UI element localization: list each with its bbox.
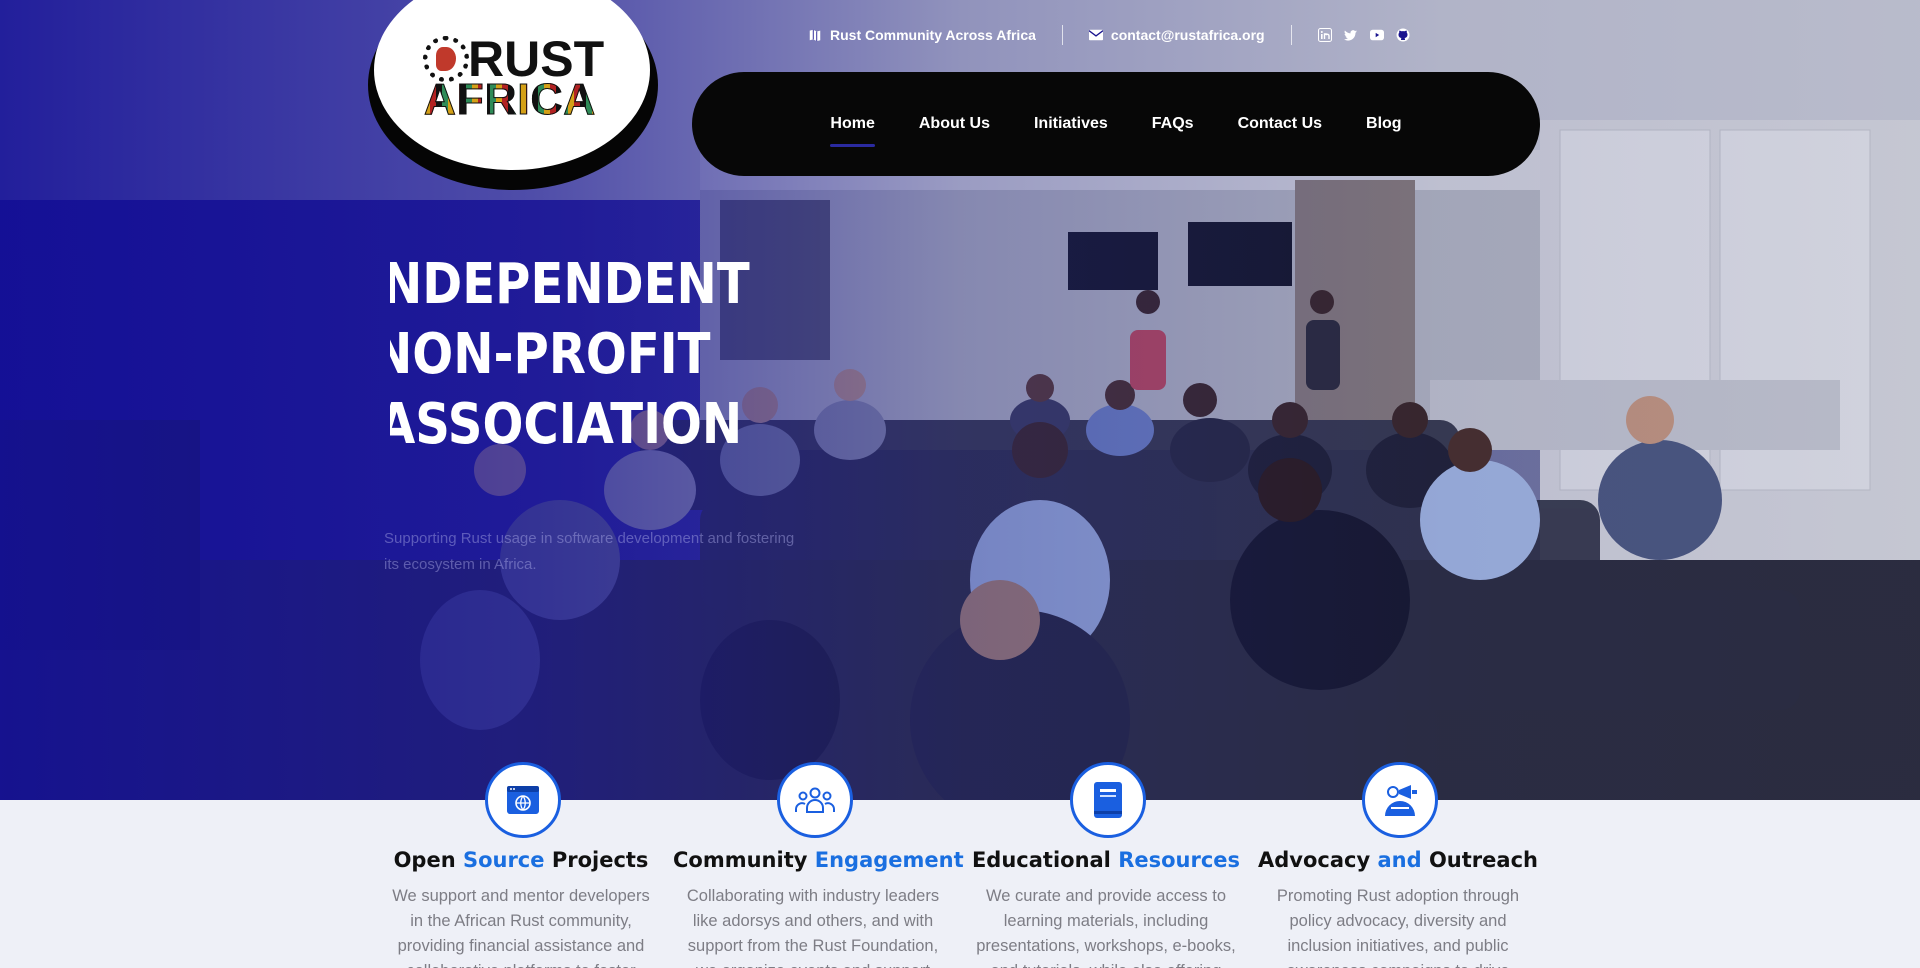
community-group-icon (777, 762, 853, 838)
feature-title: Educational Resources (971, 848, 1241, 872)
nav-contact-us[interactable]: Contact Us (1238, 115, 1322, 133)
github-icon[interactable] (1396, 28, 1410, 42)
hero-title-line: ASSOCIATION (390, 392, 743, 457)
feature-text: We support and mentor developers in the … (392, 887, 650, 968)
divider (1061, 25, 1063, 45)
nav-home[interactable]: Home (830, 115, 876, 147)
feature-text: We curate and provide access to learning… (976, 887, 1236, 968)
top-info-bar: Rust Community Across Africa contact@rus… (808, 24, 1410, 46)
hero-title-line: NDEPENDENT (390, 252, 750, 317)
org-label: Rust Community Across Africa (830, 27, 1036, 43)
email-link[interactable]: contact@rustafrica.org (1088, 27, 1265, 43)
map-icon (808, 28, 822, 42)
hero-subtitle: Supporting Rust usage in software develo… (384, 530, 795, 573)
feature-text: Collaborating with industry leaders like… (686, 887, 940, 968)
email-text: contact@rustafrica.org (1110, 27, 1265, 43)
feature-title: Open Source Projects (393, 848, 649, 872)
web-globe-icon (485, 762, 561, 838)
rust-africa-logo[interactable]: RUST AFRICA (368, 0, 658, 190)
mail-icon (1088, 28, 1103, 42)
nav-initiatives[interactable]: Initiatives (1034, 115, 1108, 133)
megaphone-icon (1362, 762, 1438, 838)
feature-title: Advocacy and Outreach (1258, 848, 1538, 872)
logo-word-africa: AFRICA (423, 75, 597, 124)
hero-section: RUST AFRICA Rust Community Across Africa… (0, 0, 1920, 800)
nav-faqs[interactable]: FAQs (1152, 115, 1194, 133)
org-info: Rust Community Across Africa (808, 27, 1036, 43)
nav-blog[interactable]: Blog (1366, 115, 1402, 133)
book-icon (1070, 762, 1146, 838)
youtube-icon[interactable] (1369, 28, 1384, 42)
feature-text: Promoting Rust adoption through policy a… (1276, 887, 1520, 968)
feature-title: Community Engagement (673, 848, 964, 872)
social-links (1317, 28, 1410, 42)
divider (1290, 25, 1292, 45)
main-nav: Home About Us Initiatives FAQs Contact U… (692, 72, 1540, 176)
hero-title: NDEPENDENT NON-PROFIT ASSOCIATION (390, 250, 790, 460)
linkedin-icon[interactable] (1317, 28, 1332, 42)
features-section: Open Source Projects We support and ment… (0, 762, 1920, 968)
twitter-icon[interactable] (1343, 28, 1358, 42)
hero-title-line: NON-PROFIT (390, 322, 711, 387)
nav-about-us[interactable]: About Us (919, 115, 990, 133)
